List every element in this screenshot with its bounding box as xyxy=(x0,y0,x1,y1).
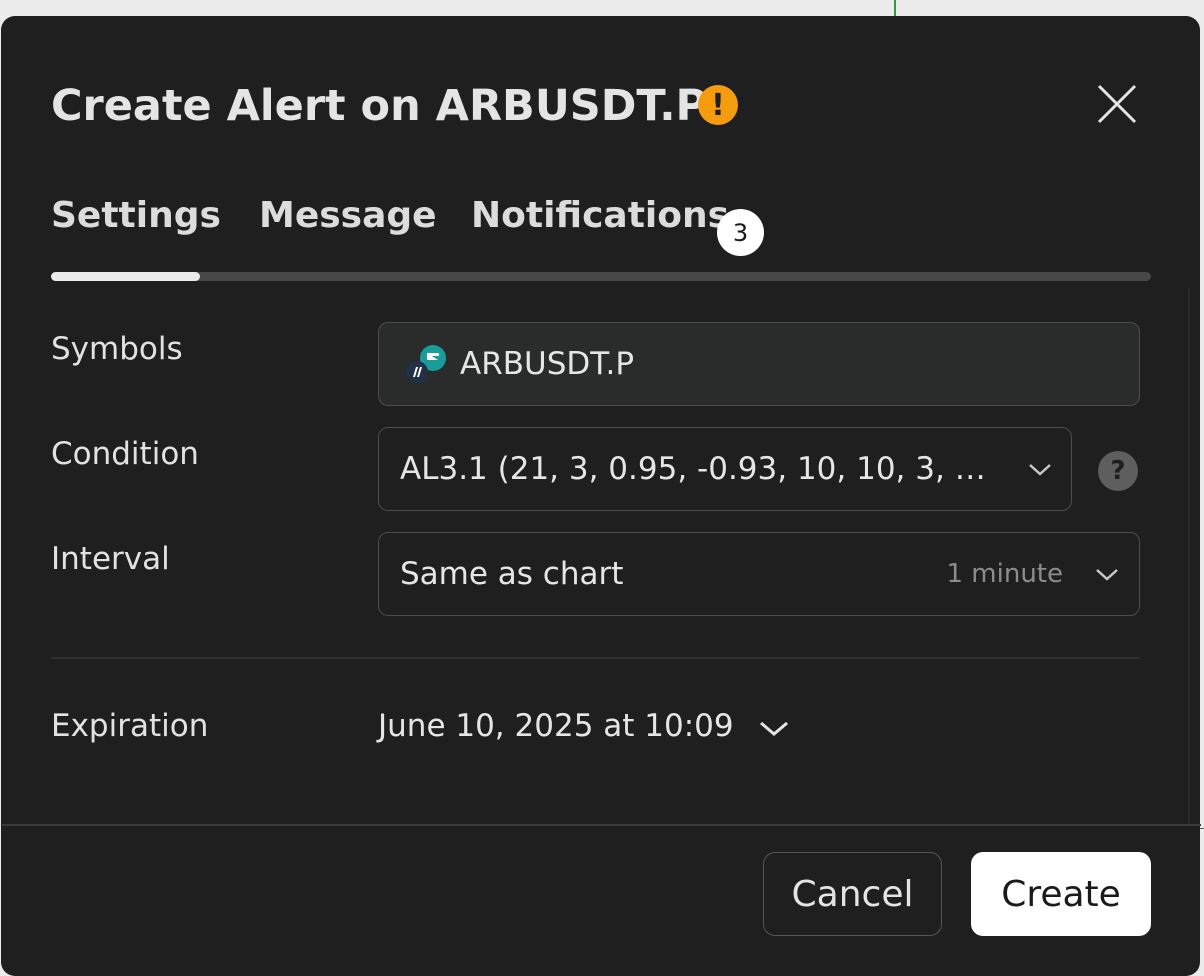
create-button[interactable]: Create xyxy=(971,852,1151,936)
symbols-value: ARBUSDT.P xyxy=(460,346,635,382)
close-button[interactable] xyxy=(1092,79,1142,129)
expiration-label: Expiration xyxy=(51,708,209,744)
footer-divider xyxy=(2,824,1201,826)
interval-dropdown[interactable]: Same as chart 1 minute xyxy=(378,532,1140,616)
condition-value: AL3.1 (21, 3, 0.95, -0.93, 10, 10, 3, … xyxy=(400,451,986,487)
section-divider xyxy=(51,657,1140,659)
background-chart-line xyxy=(894,0,896,16)
condition-label: Condition xyxy=(51,436,199,472)
expiration-dropdown[interactable]: June 10, 2025 at 10:09 xyxy=(378,706,791,746)
notifications-count-badge: 3 xyxy=(717,209,764,256)
tab-notifications[interactable]: Notifications xyxy=(471,191,729,241)
arbitrum-symbol-icon xyxy=(406,345,446,383)
scrollbar[interactable] xyxy=(1188,288,1190,824)
symbols-field[interactable]: ARBUSDT.P xyxy=(378,322,1140,406)
interval-label: Interval xyxy=(51,541,170,577)
create-alert-dialog: Create Alert on ARBUSDT.P ! Settings Mes… xyxy=(1,16,1201,976)
chevron-down-icon xyxy=(760,721,789,736)
condition-dropdown[interactable]: AL3.1 (21, 3, 0.95, -0.93, 10, 10, 3, … xyxy=(378,427,1072,511)
tab-settings[interactable]: Settings xyxy=(51,191,221,241)
active-tab-indicator xyxy=(51,272,200,281)
chevron-down-icon xyxy=(1096,569,1118,581)
interval-value: Same as chart xyxy=(400,556,624,592)
close-icon xyxy=(1097,84,1137,124)
interval-hint: 1 minute xyxy=(946,559,1063,589)
tab-track xyxy=(51,272,1151,281)
symbols-label: Symbols xyxy=(51,331,183,367)
tab-message[interactable]: Message xyxy=(259,191,437,241)
chevron-down-icon xyxy=(1029,464,1051,476)
expiration-value: June 10, 2025 at 10:09 xyxy=(378,708,734,744)
question-circle-icon[interactable]: ? xyxy=(1098,451,1138,491)
exclamation-circle-icon[interactable]: ! xyxy=(698,85,738,125)
cancel-button[interactable]: Cancel xyxy=(763,852,942,936)
dialog-title: Create Alert on ARBUSDT.P xyxy=(51,81,708,131)
